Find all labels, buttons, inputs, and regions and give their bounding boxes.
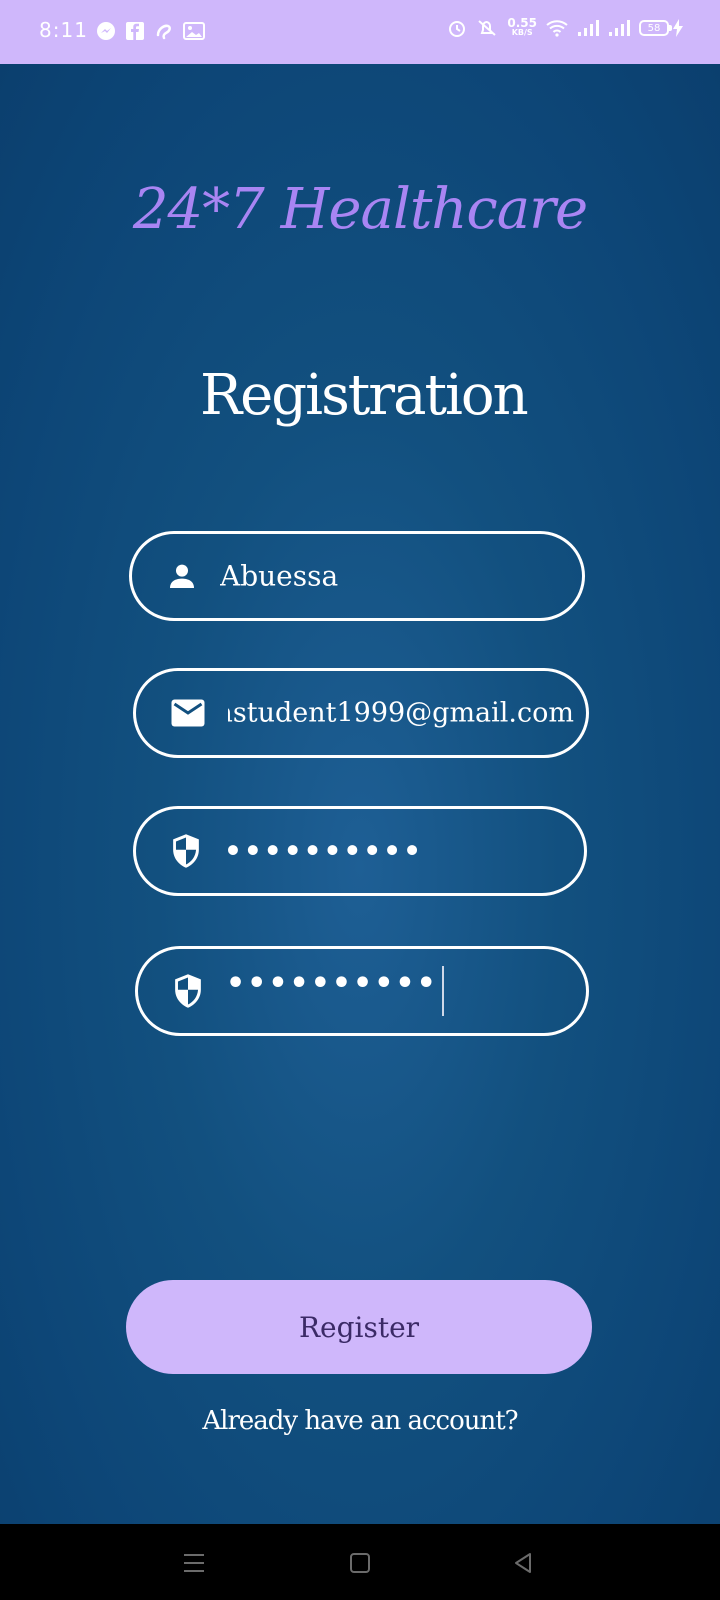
battery-indicator: 58: [639, 19, 684, 37]
email-field[interactable]: essastudent1999@gmail.com: [133, 668, 589, 758]
menu-icon[interactable]: [182, 1552, 206, 1574]
network-speed-unit: KB/S: [511, 28, 533, 37]
password-value: ••••••••••: [224, 834, 423, 868]
gallery-icon: [183, 21, 205, 41]
person-icon: [166, 560, 198, 592]
wifi-icon: [546, 19, 568, 37]
text-cursor: [441, 966, 444, 1016]
confirm-password-row: ••••••••••: [226, 966, 574, 1016]
email-value: essastudent1999@gmail.com: [228, 697, 574, 729]
confirm-password-field[interactable]: ••••••••••: [135, 946, 589, 1036]
system-status-icons: 0.55 KB/S 58: [447, 17, 684, 38]
username-field[interactable]: Abuessa: [129, 531, 585, 621]
signal-icon-1: [577, 19, 599, 37]
shield-icon: [170, 833, 202, 869]
home-icon[interactable]: [349, 1552, 371, 1574]
confirm-password-value: ••••••••••: [226, 966, 438, 1001]
status-time: 8:11: [39, 18, 88, 42]
battery-level: 58: [639, 20, 669, 36]
airtel-icon: [154, 21, 174, 41]
facebook-icon: [125, 21, 145, 41]
mail-icon: [170, 698, 206, 728]
registration-screen: 24*7 Healthcare Registration Abuessa ess…: [0, 64, 720, 1524]
page-title: Registration: [200, 363, 529, 428]
notification-icons: [96, 21, 205, 41]
signal-icon-2: [608, 19, 630, 37]
status-bar: 8:11 0.55 KB/S 58: [0, 0, 720, 64]
password-field[interactable]: ••••••••••: [133, 806, 587, 896]
network-speed: 0.55 KB/S: [507, 17, 537, 38]
app-title: 24*7 Healthcare: [132, 177, 588, 242]
back-icon[interactable]: [512, 1552, 534, 1574]
shield-icon: [172, 973, 204, 1009]
mute-icon: [476, 18, 498, 38]
register-button[interactable]: Register: [126, 1280, 592, 1374]
navigation-bar: [0, 1524, 720, 1600]
login-link[interactable]: Already have an account?: [0, 1406, 720, 1436]
username-value: Abuessa: [220, 559, 339, 593]
charging-icon: [673, 19, 683, 37]
messenger-icon: [96, 21, 116, 41]
alarm-icon: [447, 18, 467, 38]
